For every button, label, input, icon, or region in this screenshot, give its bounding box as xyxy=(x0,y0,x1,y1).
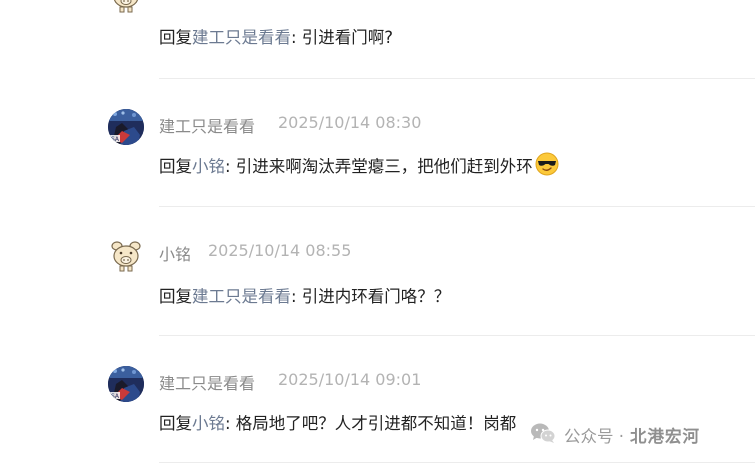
reply-text: 回复小铭: 格局地了吧？人才引进都不知道！岗都 xyxy=(159,410,516,434)
reply-target-user[interactable]: 建工只是看看 xyxy=(192,28,291,47)
timestamp: 2025/10/14 08:30 xyxy=(278,113,422,132)
username[interactable]: 建工只是看看 xyxy=(159,113,255,137)
wechat-icon xyxy=(530,422,556,448)
svg-text:SA: SA xyxy=(111,136,120,143)
reply-prefix: 回复 xyxy=(159,287,192,306)
fan-avatar[interactable]: SA xyxy=(108,366,144,402)
timestamp: 2025/10/14 08:55 xyxy=(208,241,352,260)
pig-avatar[interactable] xyxy=(108,237,144,273)
reply-content: : 引进看门啊? xyxy=(291,28,394,47)
reply-target-user[interactable]: 建工只是看看 xyxy=(192,287,291,306)
username[interactable]: 小铭 xyxy=(159,241,191,265)
svg-text:SA: SA xyxy=(111,393,120,400)
reply-prefix: 回复 xyxy=(159,414,192,433)
reply-text: 回复小铭: 引进来啊淘汰弄堂瘪三，把他们赶到外环 xyxy=(159,152,559,180)
divider xyxy=(159,462,755,463)
pig-avatar[interactable] xyxy=(108,0,144,14)
reply-text: 回复建工只是看看: 引进内环看门咯？？ xyxy=(159,283,450,307)
comment-page: 回复建工只是看看: 引进看门啊? SA 建工只是看看 2025/10/14 08… xyxy=(0,0,755,464)
reply-prefix: 回复 xyxy=(159,28,192,47)
reply-target-user[interactable]: 小铭 xyxy=(192,157,225,176)
watermark-account-name: 北港宏河 xyxy=(630,427,700,446)
divider xyxy=(159,335,755,336)
reply-target-user[interactable]: 小铭 xyxy=(192,414,225,433)
timestamp: 2025/10/14 09:01 xyxy=(278,370,422,389)
divider xyxy=(159,78,755,79)
reply-text: 回复建工只是看看: 引进看门啊? xyxy=(159,24,393,48)
reply-content: : 引进来啊淘汰弄堂瘪三，把他们赶到外环 xyxy=(225,157,533,176)
reply-content: : 引进内环看门咯？？ xyxy=(291,287,451,306)
divider xyxy=(159,206,755,207)
username[interactable]: 建工只是看看 xyxy=(159,370,255,394)
reply-prefix: 回复 xyxy=(159,157,192,176)
fan-avatar[interactable]: SA xyxy=(108,109,144,145)
watermark: 公众号 · 北港宏河 xyxy=(530,420,700,450)
reply-content: : 格局地了吧？人才引进都不知道！岗都 xyxy=(225,414,517,433)
sunglasses-emoji-icon xyxy=(535,152,559,180)
watermark-label: 公众号 · xyxy=(564,427,624,446)
